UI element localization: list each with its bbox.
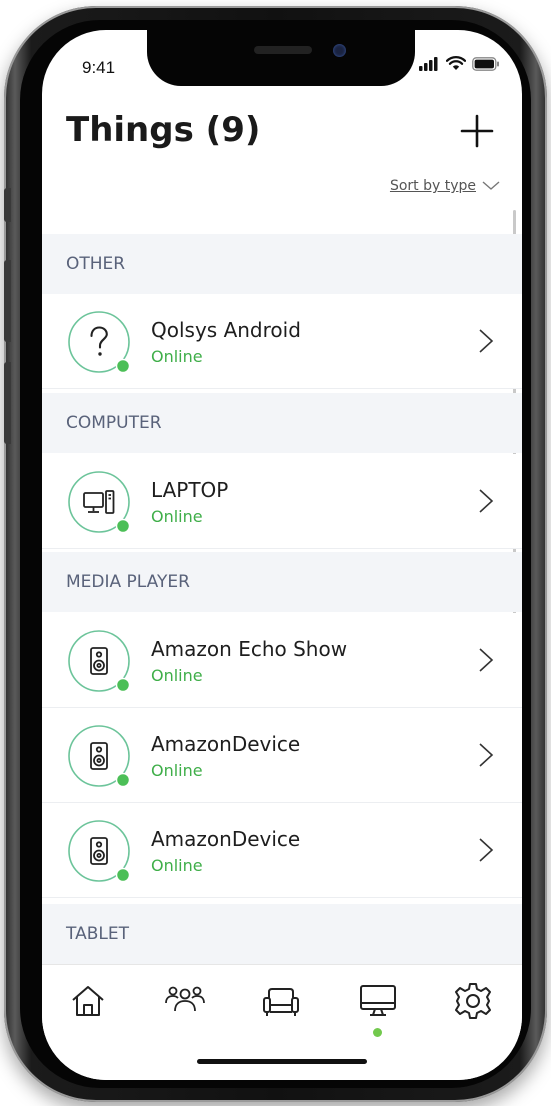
device-avatar [68, 820, 131, 883]
page-title: Things (9) [66, 110, 261, 150]
gear-icon [455, 983, 491, 1019]
device-row-laptop[interactable]: LAPTOP Online [42, 454, 522, 549]
device-status: Online [151, 761, 203, 780]
app-screen: 9:41 Things (9) Sort by type OTHER Qolsy… [42, 30, 522, 1080]
device-status: Online [151, 666, 203, 685]
sort-dropdown[interactable]: Sort by type [390, 178, 500, 194]
tab-things[interactable] [358, 981, 398, 1021]
device-avatar [68, 311, 131, 374]
battery-icon [472, 56, 499, 71]
section-header-tablet: TABLET [42, 904, 522, 964]
device-status: Online [151, 347, 203, 366]
device-row-qolsys-android[interactable]: Qolsys Android Online [42, 294, 522, 389]
chevron-right-icon [479, 838, 494, 862]
notch [147, 30, 415, 86]
section-title: COMPUTER [66, 413, 162, 433]
device-status: Online [151, 507, 203, 526]
device-row-amazondevice[interactable]: AmazonDevice Online [42, 708, 522, 803]
home-icon [72, 986, 104, 1016]
online-indicator [115, 518, 131, 534]
device-avatar [68, 630, 131, 693]
device-name: LAPTOP [151, 478, 229, 502]
add-thing-button[interactable] [460, 114, 494, 148]
device-row-amazon-echo-show[interactable]: Amazon Echo Show Online [42, 613, 522, 708]
active-tab-indicator [373, 1028, 382, 1037]
plus-icon [460, 114, 494, 148]
section-title: MEDIA PLAYER [66, 572, 190, 592]
section-title: TABLET [66, 924, 129, 944]
tab-rooms[interactable] [261, 981, 301, 1021]
front-camera [333, 44, 346, 57]
section-header-computer: COMPUTER [42, 393, 522, 453]
online-indicator [115, 358, 131, 374]
monitor-icon [360, 985, 396, 1016]
device-avatar [68, 471, 131, 534]
device-row-amazondevice[interactable]: AmazonDevice Online [42, 803, 522, 898]
section-header-media-player: MEDIA PLAYER [42, 552, 522, 612]
chevron-right-icon [479, 648, 494, 672]
tab-users[interactable] [165, 981, 205, 1021]
section-header-other: OTHER [42, 234, 522, 294]
section-title: OTHER [66, 254, 126, 274]
earpiece-speaker [254, 46, 312, 54]
wifi-icon [446, 56, 466, 70]
tab-home[interactable] [68, 981, 108, 1021]
online-indicator [115, 867, 131, 883]
sofa-icon [263, 988, 299, 1016]
chevron-right-icon [479, 489, 494, 513]
status-icons [418, 56, 500, 71]
status-time: 9:41 [82, 58, 116, 77]
chevron-right-icon [479, 743, 494, 767]
device-name: Amazon Echo Show [151, 637, 348, 661]
online-indicator [115, 677, 131, 693]
device-name: AmazonDevice [151, 827, 301, 851]
signal-icon [419, 56, 438, 71]
home-indicator[interactable] [197, 1059, 367, 1064]
mute-switch [4, 188, 11, 222]
device-avatar [68, 725, 131, 788]
device-status: Online [151, 856, 203, 875]
online-indicator [115, 772, 131, 788]
volume-up-button [4, 260, 11, 342]
tab-settings[interactable] [453, 981, 493, 1021]
volume-down-button [4, 362, 11, 444]
chevron-right-icon [479, 329, 494, 353]
chevron-down-icon [482, 181, 500, 190]
sort-label: Sort by type [389, 178, 476, 194]
device-name: AmazonDevice [151, 732, 301, 756]
people-icon [165, 986, 205, 1012]
device-name: Qolsys Android [151, 318, 301, 342]
